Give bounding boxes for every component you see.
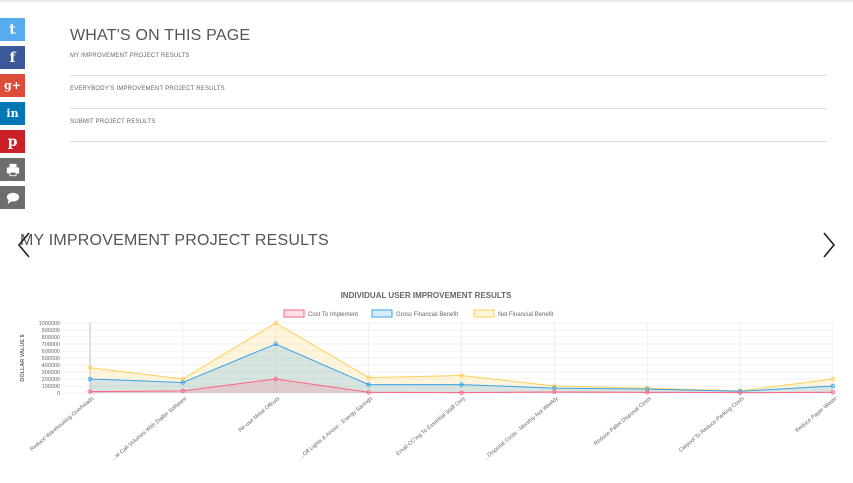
y-tick-label: 800000: [42, 335, 60, 341]
x-tick-label: ...te Call-Volumes With Dialler Software: [111, 396, 188, 462]
social-share-bar: t f g+ in p: [0, 18, 25, 214]
linkedin-icon: in: [6, 107, 19, 120]
results-chart: INDIVIDUAL USER IMPROVEMENT RESULTS Cost …: [0, 285, 853, 483]
legend-swatch: [283, 309, 305, 318]
y-tick-label: 600000: [42, 349, 60, 355]
data-point: [459, 382, 464, 387]
share-twitter-button[interactable]: t: [0, 18, 25, 41]
data-point: [459, 373, 464, 378]
legend-swatch: [473, 309, 495, 318]
data-point: [366, 375, 371, 380]
top-divider: [0, 0, 853, 2]
data-point: [87, 365, 93, 370]
carousel-prev-button[interactable]: [17, 232, 31, 258]
share-facebook-button[interactable]: f: [0, 46, 25, 69]
data-point: [87, 376, 93, 382]
data-point: [830, 376, 836, 382]
chevron-left-icon: [17, 232, 30, 258]
y-tick-label: 100000: [42, 384, 60, 390]
google-plus-icon: g+: [4, 79, 21, 92]
share-google-plus-button[interactable]: g+: [0, 74, 25, 97]
toc-link-my-results[interactable]: MY IMPROVEMENT PROJECT RESULTS: [70, 53, 827, 76]
carousel-next-button[interactable]: [822, 232, 836, 258]
y-tick-label: 400000: [42, 363, 60, 369]
data-point: [737, 390, 743, 395]
data-point: [366, 390, 371, 395]
y-axis-label: DOLLAR VALUE $: [20, 334, 26, 381]
legend-label: Cost To Implement: [308, 312, 358, 318]
print-icon: [6, 163, 20, 177]
twitter-icon: t: [9, 21, 16, 38]
results-chart-svg: INDIVIDUAL USER IMPROVEMENT RESULTS Cost …: [20, 291, 839, 462]
toc-link-submit-results[interactable]: SUBMIT PROJECT RESULTS: [70, 109, 827, 142]
share-pinterest-button[interactable]: p: [0, 130, 25, 153]
share-print-button[interactable]: [0, 158, 25, 181]
pinterest-icon: p: [7, 133, 18, 150]
data-point: [552, 389, 557, 395]
data-point: [830, 390, 836, 395]
data-point: [180, 380, 186, 385]
x-tick-label: Reduce Paper Waste: [795, 396, 839, 434]
y-tick-label: 1000000: [39, 321, 60, 327]
y-tick-label: 0: [57, 391, 60, 397]
x-tick-label: ...Disposal Costs - Monthly Not Weekly: [483, 396, 560, 462]
toc-link-everybody-results[interactable]: EVERYBODY'S IMPROVEMENT PROJECT RESULTS: [70, 76, 827, 109]
toc-title: WHAT'S ON THIS PAGE: [70, 27, 251, 44]
data-point: [830, 383, 836, 389]
data-point: [459, 390, 464, 395]
y-tick-label: 500000: [42, 356, 60, 362]
comment-icon: [6, 191, 20, 205]
x-tick-label: Email CC'ing To Essential Staff Only: [395, 396, 467, 457]
data-point: [273, 320, 278, 326]
y-tick-label: 300000: [42, 370, 60, 376]
section-title: MY IMPROVEMENT PROJECT RESULTS: [20, 232, 329, 249]
legend-label: Net Financial Benefit: [498, 312, 554, 318]
page-toc: WHAT'S ON THIS PAGE MY IMPROVEMENT PROJE…: [70, 27, 827, 142]
x-tick-label: Reduce Warehousing Overheads: [29, 396, 95, 453]
data-point: [273, 341, 278, 347]
y-tick-label: 700000: [42, 342, 60, 348]
x-tick-label: Carpool To Reduce Parking Costs: [678, 396, 745, 454]
x-tick-label: Reduce Pallet Disposal Costs: [593, 396, 653, 447]
x-tick-label: Re-use Metal Offcuts: [238, 396, 282, 434]
data-point: [552, 385, 557, 391]
data-point: [273, 376, 278, 382]
y-tick-label: 900000: [42, 328, 60, 334]
facebook-icon: f: [9, 49, 16, 66]
data-point: [87, 389, 93, 394]
share-comment-button[interactable]: [0, 186, 25, 209]
chevron-right-icon: [823, 232, 836, 258]
legend-label: Gross Financial Benefit: [396, 312, 458, 318]
data-point: [645, 390, 650, 395]
data-point: [366, 382, 371, 387]
legend-swatch: [371, 309, 393, 318]
data-point: [180, 388, 186, 394]
chart-title: INDIVIDUAL USER IMPROVEMENT RESULTS: [341, 291, 512, 300]
y-tick-label: 200000: [42, 377, 60, 383]
data-point: [180, 376, 186, 382]
share-linkedin-button[interactable]: in: [0, 102, 25, 125]
x-tick-label: ...Off Lights & Aircon - Energy Savings: [298, 396, 374, 461]
